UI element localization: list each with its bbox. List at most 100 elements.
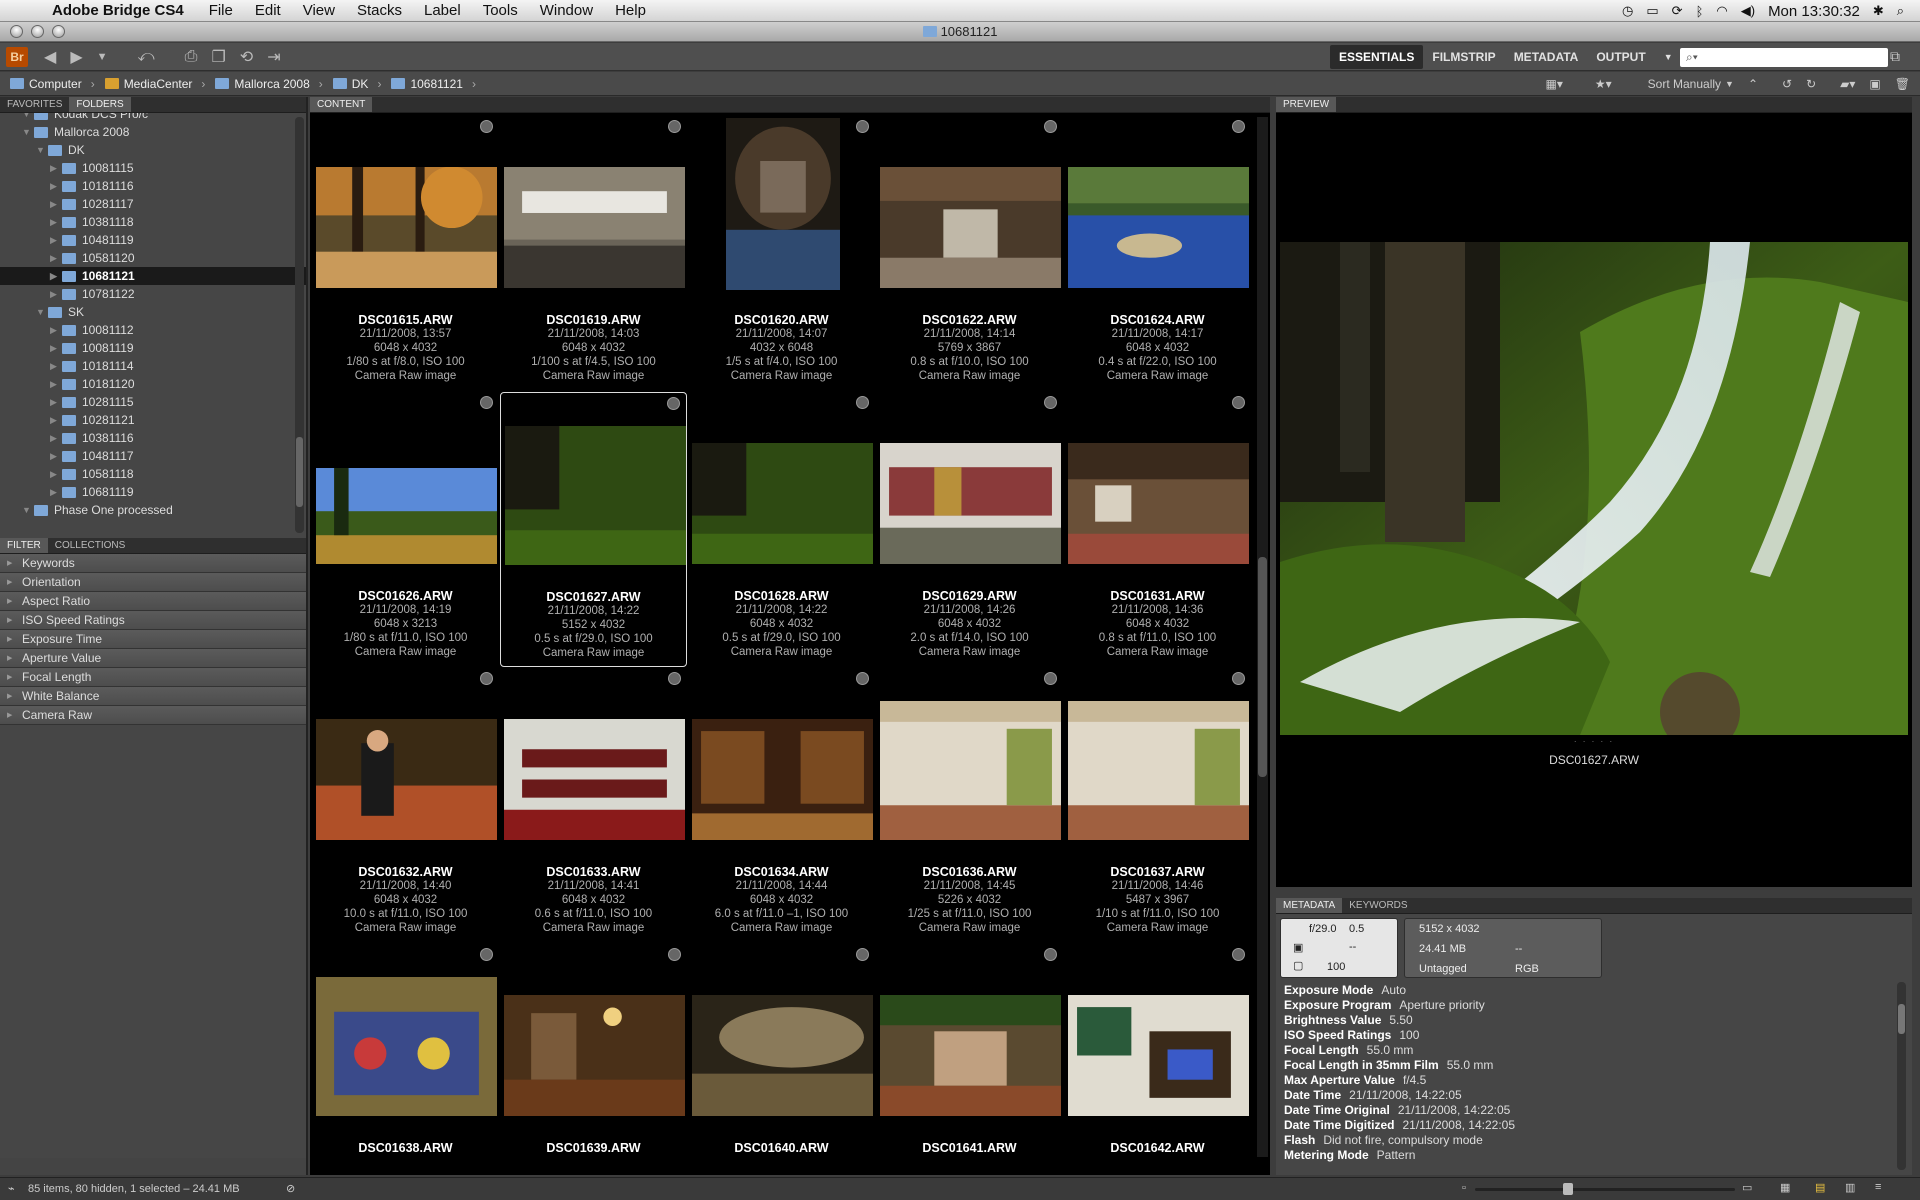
- tab-metadata[interactable]: METADATA: [1276, 898, 1343, 913]
- folder-item[interactable]: ▶ 10681119: [0, 483, 306, 501]
- view-grid-icon[interactable]: ▦: [1780, 1181, 1790, 1194]
- settings-badge-icon[interactable]: [1232, 948, 1245, 961]
- folder-scroll-thumb[interactable]: [296, 437, 303, 507]
- spotlight-icon[interactable]: ⌕: [1897, 3, 1904, 19]
- file-name[interactable]: DSC01633.ARW: [500, 865, 687, 879]
- menu-view[interactable]: View: [303, 2, 335, 19]
- thumbnail-image[interactable]: [504, 995, 685, 1116]
- settings-badge-icon[interactable]: [856, 948, 869, 961]
- tab-preview[interactable]: PREVIEW: [1276, 97, 1337, 112]
- filter-category[interactable]: Aperture Value: [0, 649, 306, 668]
- file-name[interactable]: DSC01641.ARW: [876, 1141, 1063, 1155]
- thumbnail[interactable]: DSC01624.ARW 21/11/2008, 14:17 6048 x 4032…: [1064, 116, 1251, 391]
- folder-item[interactable]: ▼ Kodak DCS Pro/c: [0, 113, 306, 123]
- open-recent-icon[interactable]: ⇥: [267, 47, 280, 67]
- file-name[interactable]: DSC01639.ARW: [500, 1141, 687, 1155]
- thumbnail-image[interactable]: [880, 443, 1061, 564]
- filter-category[interactable]: ISO Speed Ratings: [0, 611, 306, 630]
- disclosure-icon[interactable]: ▶: [50, 271, 62, 282]
- thumbnail-image[interactable]: [880, 167, 1061, 288]
- thumbnail[interactable]: DSC01633.ARW 21/11/2008, 14:41 6048 x 4032…: [500, 668, 687, 943]
- disclosure-open-icon[interactable]: ▼: [22, 505, 34, 515]
- disclosure-icon[interactable]: ▶: [50, 379, 62, 390]
- content-scroll-thumb[interactable]: [1258, 557, 1267, 777]
- sort-ascending-icon[interactable]: ⌃: [1748, 77, 1758, 91]
- thumbnail[interactable]: DSC01628.ARW 21/11/2008, 14:22 6048 x 4032…: [688, 392, 875, 667]
- disclosure-icon[interactable]: ▶: [50, 325, 62, 336]
- thumbnail[interactable]: DSC01622.ARW 21/11/2008, 14:14 5769 x 3867…: [876, 116, 1063, 391]
- thumbnail[interactable]: DSC01615.ARW 21/11/2008, 13:57 6048 x 4032…: [312, 116, 499, 391]
- metadata-value[interactable]: Pattern: [1377, 1148, 1416, 1162]
- breadcrumb-mallorca[interactable]: Mallorca 2008 ›: [215, 77, 323, 91]
- file-name[interactable]: DSC01640.ARW: [688, 1141, 875, 1155]
- file-name[interactable]: DSC01634.ARW: [688, 865, 875, 879]
- file-name[interactable]: DSC01622.ARW: [876, 313, 1063, 327]
- file-name[interactable]: DSC01642.ARW: [1064, 1141, 1251, 1155]
- rating-dots[interactable]: · · · · ·: [1276, 737, 1912, 746]
- settings-badge-icon[interactable]: [1044, 396, 1057, 409]
- disclosure-icon[interactable]: ▶: [50, 217, 62, 228]
- thumbnail-size-large-icon[interactable]: ▭: [1742, 1181, 1752, 1194]
- metadata-value[interactable]: 21/11/2008, 14:22:05: [1402, 1118, 1515, 1132]
- thumbnail[interactable]: DSC01620.ARW 21/11/2008, 14:07 4032 x 6048…: [688, 116, 875, 391]
- thumbnail[interactable]: DSC01629.ARW 21/11/2008, 14:26 6048 x 4032…: [876, 392, 1063, 667]
- metadata-value[interactable]: Did not fire, compulsory mode: [1323, 1133, 1482, 1147]
- disclosure-open-icon[interactable]: ▼: [22, 127, 34, 137]
- workspace-dropdown-icon[interactable]: ▼: [1655, 47, 1682, 67]
- new-folder-icon[interactable]: ▣: [1869, 77, 1880, 91]
- chevron-right-icon[interactable]: ›: [472, 77, 476, 91]
- settings-badge-icon[interactable]: [480, 120, 493, 133]
- folder-item[interactable]: ▶ 10781122: [0, 285, 306, 303]
- thumbnail-image[interactable]: [725, 118, 840, 290]
- thumbnail-size-small-icon[interactable]: ▫: [1462, 1182, 1466, 1194]
- view-list-icon[interactable]: ≡: [1875, 1181, 1881, 1193]
- menu-stacks[interactable]: Stacks: [357, 2, 402, 19]
- content-scrollbar[interactable]: [1257, 117, 1268, 1157]
- menu-file[interactable]: File: [209, 2, 233, 19]
- back-icon[interactable]: ◀: [44, 47, 56, 67]
- settings-badge-icon[interactable]: [1044, 120, 1057, 133]
- thumbnail[interactable]: DSC01626.ARW 21/11/2008, 14:19 6048 x 3213…: [312, 392, 499, 667]
- preview-image[interactable]: [1280, 242, 1908, 735]
- disclosure-icon[interactable]: ▶: [50, 415, 62, 426]
- metadata-value[interactable]: 5.50: [1389, 1013, 1412, 1027]
- thumbnail-image[interactable]: [316, 719, 497, 840]
- thumbnail[interactable]: DSC01642.ARW: [1064, 944, 1251, 1159]
- search-input[interactable]: ⌕▾: [1680, 48, 1888, 67]
- folder-item[interactable]: ▶ 10381118: [0, 213, 306, 231]
- thumbnail-image[interactable]: [880, 995, 1061, 1116]
- bluetooth-icon[interactable]: ᛒ: [1696, 4, 1704, 19]
- thumbnail-image[interactable]: [1068, 167, 1249, 288]
- disclosure-icon[interactable]: ▶: [50, 253, 62, 264]
- file-name[interactable]: DSC01637.ARW: [1064, 865, 1251, 879]
- sort-dropdown-icon[interactable]: ▼: [1725, 79, 1734, 89]
- sync-icon[interactable]: ⟳: [1672, 3, 1683, 19]
- settings-badge-icon[interactable]: [480, 948, 493, 961]
- folder-item[interactable]: ▶ 10081115: [0, 159, 306, 177]
- thumbnail[interactable]: DSC01637.ARW 21/11/2008, 14:46 5487 x 3967…: [1064, 668, 1251, 943]
- folder-item[interactable]: ▼ Phase One processed: [0, 501, 306, 519]
- settings-badge-icon[interactable]: [668, 672, 681, 685]
- bridge-logo[interactable]: Br: [6, 46, 28, 67]
- settings-badge-icon[interactable]: [1232, 672, 1245, 685]
- settings-badge-icon[interactable]: [667, 397, 680, 410]
- thumbnail-image[interactable]: [316, 977, 497, 1116]
- thumbnail-image[interactable]: [316, 468, 497, 564]
- folder-item[interactable]: ▶ 10181116: [0, 177, 306, 195]
- menu-label[interactable]: Label: [424, 2, 461, 19]
- menu-help[interactable]: Help: [615, 2, 646, 19]
- thumbnail[interactable]: DSC01632.ARW 21/11/2008, 14:40 6048 x 4032…: [312, 668, 499, 943]
- wifi-icon[interactable]: ◠: [1716, 3, 1727, 19]
- folder-item[interactable]: ▶ 10281117: [0, 195, 306, 213]
- filter-category[interactable]: Orientation: [0, 573, 306, 592]
- file-name[interactable]: DSC01632.ARW: [312, 865, 499, 879]
- thumbnail-image[interactable]: [1068, 701, 1249, 840]
- disclosure-icon[interactable]: ▶: [50, 361, 62, 372]
- thumbnail-image[interactable]: [505, 426, 686, 565]
- recent-dropdown-icon[interactable]: ▼: [97, 51, 108, 63]
- settings-badge-icon[interactable]: [480, 396, 493, 409]
- thumbnail[interactable]: DSC01638.ARW: [312, 944, 499, 1159]
- disclosure-icon[interactable]: ▶: [50, 487, 62, 498]
- folder-item[interactable]: ▶ 10181114: [0, 357, 306, 375]
- thumbnail[interactable]: DSC01636.ARW 21/11/2008, 14:45 5226 x 4032…: [876, 668, 1063, 943]
